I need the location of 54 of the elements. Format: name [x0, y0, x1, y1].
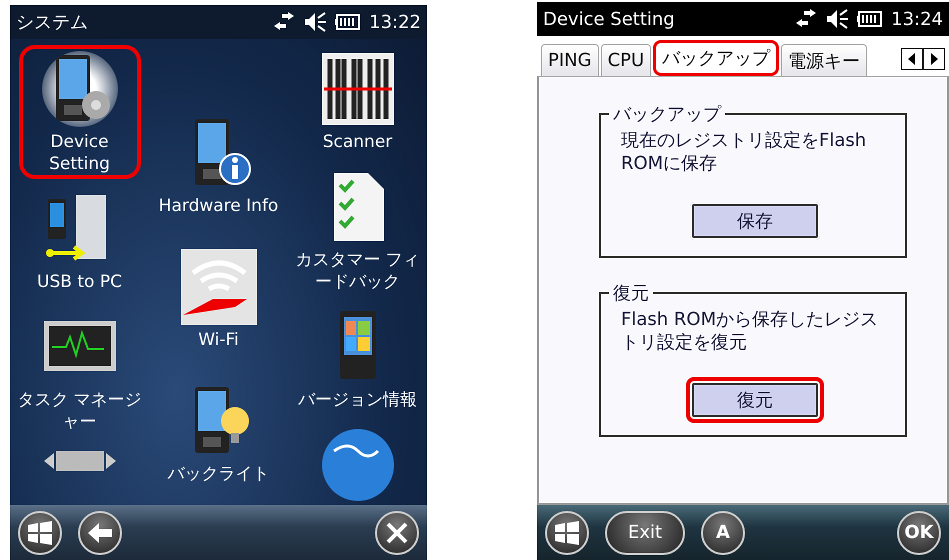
- app-tile[interactable]: バックライト: [158, 377, 280, 505]
- scroll-left-button[interactable]: [901, 48, 923, 70]
- tab[interactable]: CPU: [600, 44, 652, 76]
- battery-icon: [335, 13, 362, 31]
- tab[interactable]: 電源キー: [781, 44, 868, 76]
- app-label: カスタマー フィードバック: [294, 249, 421, 294]
- app-tile[interactable]: バージョン情報: [296, 303, 418, 416]
- app-tile[interactable]: Hardware Info: [158, 109, 280, 237]
- sync-arrows-icon: [795, 9, 818, 29]
- close-button[interactable]: [375, 510, 419, 554]
- sync-arrows-icon: [273, 12, 296, 32]
- scroll-right-button[interactable]: [923, 48, 945, 70]
- tab[interactable]: バックアップ: [653, 40, 780, 76]
- windows-logo-icon: [27, 520, 53, 544]
- windows-start-button[interactable]: [18, 510, 62, 554]
- close-icon: [385, 520, 409, 544]
- app-label: バージョン情報: [297, 389, 418, 412]
- clock: 13:24: [891, 8, 943, 30]
- battery-icon: [857, 10, 884, 28]
- right-triangle-icon: [929, 53, 939, 65]
- exit-button[interactable]: Exit: [605, 510, 685, 554]
- screen-title: Device Setting: [543, 8, 676, 30]
- speaker-muted-icon: [825, 9, 850, 29]
- app-tile[interactable]: Scanner: [296, 45, 418, 158]
- app-label: Device Setting: [48, 131, 111, 176]
- left-triangle-icon: [907, 53, 917, 65]
- app-tile[interactable]: カスタマー フィードバック: [296, 163, 418, 298]
- screen-title: システム: [16, 11, 89, 34]
- action-button[interactable]: 復元: [686, 376, 824, 423]
- left-arrow-icon: [87, 522, 113, 544]
- barcode-icon: [320, 51, 396, 127]
- app-label: Scanner: [322, 131, 394, 154]
- group-description: 現在のレジストリ設定をFlash ROMに保存: [621, 129, 868, 176]
- windows-logo-icon: [554, 520, 580, 544]
- app-label: Hardware Info: [158, 195, 280, 218]
- app-label: Wi-Fi: [197, 329, 240, 352]
- app-label: バックライト: [166, 463, 270, 486]
- tab[interactable]: PING: [541, 44, 599, 76]
- printer-icon: [42, 449, 118, 472]
- app-tile[interactable]: タスク マネージャー: [18, 303, 140, 438]
- softkey-button[interactable]: OK: [897, 510, 941, 554]
- group-description: Flash ROMから保存したレジストリ設定を復元: [621, 308, 880, 355]
- speaker-muted-icon: [303, 12, 328, 32]
- back-button[interactable]: [78, 510, 122, 554]
- app-tile[interactable]: USB to PC: [18, 185, 140, 298]
- windows-start-button[interactable]: [545, 510, 589, 554]
- clock: 13:22: [369, 12, 421, 32]
- app-label: USB to PC: [36, 271, 123, 294]
- highlighted-app-tile[interactable]: Device Setting: [18, 45, 140, 180]
- wifi-icon: [180, 249, 256, 325]
- globe-icon: [320, 427, 396, 504]
- app-label: タスク マネージャー: [16, 389, 143, 434]
- softkey-button[interactable]: A: [701, 510, 745, 554]
- app-tile[interactable]: Wi-Fi: [158, 243, 280, 371]
